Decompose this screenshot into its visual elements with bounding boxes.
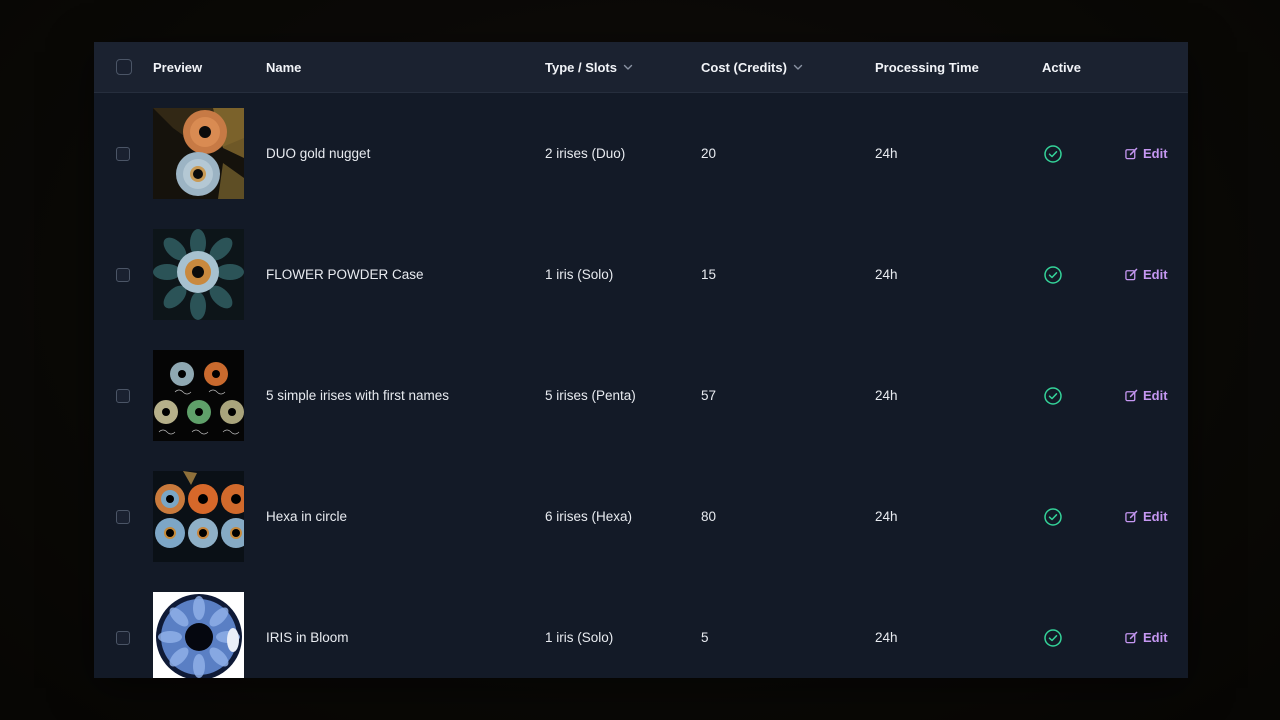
edit-icon (1125, 268, 1138, 281)
row-type-slots: 1 iris (Solo) (545, 630, 614, 645)
table-header: Preview Name Type / Slots Cost (Credits)… (94, 42, 1188, 93)
edit-icon (1125, 147, 1138, 160)
row-checkbox[interactable] (116, 335, 130, 456)
row-processing-time: 24h (875, 388, 898, 403)
edit-button[interactable]: Edit (1125, 93, 1168, 214)
edit-icon (1125, 389, 1138, 402)
check-circle-icon (1044, 93, 1062, 214)
row-name: IRIS in Bloom (266, 630, 349, 645)
row-name: FLOWER POWDER Case (266, 267, 424, 282)
edit-label: Edit (1143, 509, 1168, 524)
row-name: 5 simple irises with first names (266, 388, 450, 403)
hexa-circle-image (153, 456, 244, 577)
row-checkbox[interactable] (116, 577, 130, 678)
row-cost: 80 (701, 509, 717, 524)
chevron-down-icon (793, 64, 803, 70)
row-cost: 15 (701, 267, 717, 282)
col-header-type-slots-label: Type / Slots (545, 59, 617, 75)
edit-icon (1125, 631, 1138, 644)
col-header-cost-label: Cost (Credits) (701, 59, 787, 75)
row-processing-time: 24h (875, 630, 898, 645)
col-header-cost[interactable]: Cost (Credits) (701, 42, 803, 92)
check-circle-icon (1044, 577, 1062, 678)
edit-label: Edit (1143, 388, 1168, 403)
edit-button[interactable]: Edit (1125, 577, 1168, 678)
row-name: DUO gold nugget (266, 146, 371, 161)
table-row: IRIS in Bloom 1 iris (Solo) 5 24h Edit (94, 577, 1188, 678)
row-checkbox[interactable] (116, 456, 130, 577)
edit-label: Edit (1143, 146, 1168, 161)
products-table: Preview Name Type / Slots Cost (Credits)… (94, 42, 1188, 678)
check-circle-icon (1044, 214, 1062, 335)
col-header-processing-time: Processing Time (875, 59, 979, 75)
row-type-slots: 6 irises (Hexa) (545, 509, 633, 524)
edit-label: Edit (1143, 630, 1168, 645)
check-circle-icon (1044, 335, 1062, 456)
check-circle-icon (1044, 456, 1062, 577)
table-row: 5 simple irises with first names 5 irise… (94, 335, 1188, 457)
row-processing-time: 24h (875, 509, 898, 524)
table-row: DUO gold nugget 2 irises (Duo) 20 24h Ed… (94, 93, 1188, 215)
col-header-name: Name (266, 59, 302, 75)
edit-button[interactable]: Edit (1125, 456, 1168, 577)
row-type-slots: 2 irises (Duo) (545, 146, 626, 161)
row-cost: 57 (701, 388, 717, 403)
chevron-down-icon (623, 64, 633, 70)
row-checkbox[interactable] (116, 214, 130, 335)
row-cost: 20 (701, 146, 717, 161)
edit-icon (1125, 510, 1138, 523)
col-header-active: Active (1042, 59, 1082, 75)
row-name: Hexa in circle (266, 509, 348, 524)
select-all-checkbox[interactable] (116, 42, 132, 92)
penta-irises-image (153, 335, 244, 456)
table-row: Hexa in circle 6 irises (Hexa) 80 24h Ed… (94, 456, 1188, 578)
row-processing-time: 24h (875, 267, 898, 282)
duo-gold-nugget-image (153, 93, 244, 214)
row-type-slots: 1 iris (Solo) (545, 267, 614, 282)
edit-label: Edit (1143, 267, 1168, 282)
flower-powder-image (153, 214, 244, 335)
col-header-type-slots[interactable]: Type / Slots (545, 42, 633, 92)
row-cost: 5 (701, 630, 709, 645)
row-type-slots: 5 irises (Penta) (545, 388, 636, 403)
row-processing-time: 24h (875, 146, 898, 161)
edit-button[interactable]: Edit (1125, 214, 1168, 335)
row-checkbox[interactable] (116, 93, 130, 214)
col-header-preview: Preview (153, 59, 203, 75)
table-row: FLOWER POWDER Case 1 iris (Solo) 15 24h … (94, 214, 1188, 336)
edit-button[interactable]: Edit (1125, 335, 1168, 456)
iris-bloom-image (153, 577, 244, 678)
